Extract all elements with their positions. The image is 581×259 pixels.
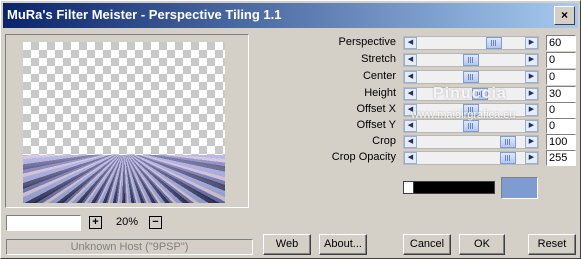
param-label: Height: [364, 87, 396, 99]
title-bar: MuRa's Filter Meister - Perspective Tili…: [3, 3, 578, 28]
cancel-button[interactable]: Cancel: [403, 234, 451, 255]
preview-tiles-shade: [23, 155, 225, 203]
slider-thumb[interactable]: [463, 71, 479, 83]
zoom-level: 20%: [115, 216, 139, 228]
slider-right-arrow-icon[interactable]: ▶: [525, 88, 538, 100]
ok-button[interactable]: OK: [459, 234, 505, 255]
close-icon: ×: [560, 8, 568, 22]
zoom-in-button[interactable]: +: [89, 216, 102, 229]
watermark-url: www.maidirgrafica.eu: [411, 109, 516, 121]
param-row-stretch: Stretch ◀ ▶ 0: [301, 52, 576, 68]
slider-thumb[interactable]: [500, 152, 516, 164]
slider-left-arrow-icon[interactable]: ◀: [404, 88, 417, 100]
filter-window: MuRa's Filter Meister - Perspective Tili…: [0, 0, 581, 259]
color-start-swatch[interactable]: [403, 181, 414, 194]
slider-thumb[interactable]: [463, 54, 479, 66]
close-button[interactable]: ×: [554, 6, 575, 25]
slider-left-arrow-icon[interactable]: ◀: [404, 71, 417, 83]
preview-image[interactable]: [23, 42, 225, 203]
slider-right-arrow-icon[interactable]: ▶: [525, 136, 538, 148]
param-value-input[interactable]: 30: [546, 86, 576, 102]
param-slider[interactable]: ◀ ▶: [403, 119, 539, 133]
param-row-crop: Crop ◀ ▶ 100: [301, 134, 576, 150]
param-value-input[interactable]: 100: [546, 134, 576, 150]
param-value-input[interactable]: 60: [546, 35, 576, 51]
color-gradient-bar[interactable]: [403, 181, 495, 194]
param-slider[interactable]: ◀ ▶: [403, 70, 539, 84]
param-label: Stretch: [361, 53, 396, 65]
param-value-input[interactable]: 0: [546, 52, 576, 68]
param-label: Crop: [372, 135, 396, 147]
web-button[interactable]: Web: [263, 234, 311, 255]
param-label: Perspective: [338, 36, 396, 48]
slider-right-arrow-icon[interactable]: ▶: [525, 37, 538, 49]
param-slider[interactable]: ◀ ▶: [403, 53, 539, 67]
zoom-track[interactable]: [6, 215, 81, 231]
slider-left-arrow-icon[interactable]: ◀: [404, 54, 417, 66]
zoom-out-button[interactable]: −: [149, 216, 162, 229]
param-value-input[interactable]: 0: [546, 102, 576, 118]
param-label: Crop Opacity: [331, 151, 396, 163]
param-slider[interactable]: ◀ ▶: [403, 135, 539, 149]
slider-left-arrow-icon[interactable]: ◀: [404, 152, 417, 164]
slider-right-arrow-icon[interactable]: ▶: [525, 152, 538, 164]
param-row-center: Center ◀ ▶ 0: [301, 69, 576, 85]
slider-thumb[interactable]: [486, 37, 502, 49]
slider-right-arrow-icon[interactable]: ▶: [525, 104, 538, 116]
slider-right-arrow-icon[interactable]: ▶: [525, 54, 538, 66]
param-row-perspective: Perspective ◀ ▶ 60: [301, 35, 576, 51]
color-swatch[interactable]: [501, 177, 538, 199]
param-label: Offset X: [356, 103, 396, 115]
about-button[interactable]: About...: [319, 234, 367, 255]
slider-left-arrow-icon[interactable]: ◀: [404, 37, 417, 49]
param-slider[interactable]: ◀ ▶: [403, 36, 539, 50]
param-row-crop-opacity: Crop Opacity ◀ ▶ 255: [301, 150, 576, 166]
param-value-input[interactable]: 0: [546, 118, 576, 134]
watermark-name: Pinuccia: [433, 85, 507, 102]
param-value-input[interactable]: 0: [546, 69, 576, 85]
slider-right-arrow-icon[interactable]: ▶: [525, 120, 538, 132]
slider-left-arrow-icon[interactable]: ◀: [404, 136, 417, 148]
slider-thumb[interactable]: [500, 136, 516, 148]
param-slider[interactable]: ◀ ▶: [403, 151, 539, 165]
param-label: Offset Y: [356, 119, 396, 131]
slider-left-arrow-icon[interactable]: ◀: [404, 120, 417, 132]
window-title: MuRa's Filter Meister - Perspective Tili…: [7, 7, 282, 22]
status-bar: Unknown Host ("9PSP"): [6, 239, 253, 255]
slider-right-arrow-icon[interactable]: ▶: [525, 71, 538, 83]
reset-button[interactable]: Reset: [528, 234, 576, 255]
param-value-input[interactable]: 255: [546, 150, 576, 166]
param-label: Center: [362, 70, 396, 82]
slider-thumb[interactable]: [463, 120, 479, 132]
